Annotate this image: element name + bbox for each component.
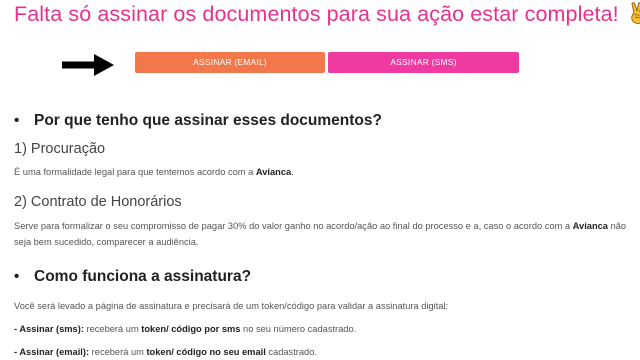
contrato-description: Serve para formalizar o seu compromisso …: [14, 221, 627, 247]
section-why-sign-heading: • Por que tenho que assinar esses documen…: [14, 112, 382, 129]
procuracao-description: É uma formalidade legal para que tentemo…: [14, 167, 294, 177]
victory-hand-icon: [629, 1, 640, 30]
sms-instruction: - Assinar (sms): receberá um token/ códi…: [14, 324, 357, 334]
signature-intro: Você será levado a página de assinatura …: [14, 301, 449, 311]
bullet-icon: •: [14, 268, 20, 285]
headline-text: Falta só assinar os documentos para sua …: [14, 2, 619, 26]
section-how-it-works-heading: • Como funciona a assinatura?: [14, 268, 252, 285]
bullet-icon: •: [14, 112, 20, 129]
procuracao-title: 1) Procuração: [14, 141, 106, 157]
contrato-title: 2) Contrato de Honorários: [14, 194, 182, 210]
page-headline: Falta só assinar os documentos para sua …: [14, 1, 640, 30]
arrow-right-icon: [62, 54, 114, 81]
sign-email-button[interactable]: ASSINAR (EMAIL): [135, 52, 325, 73]
sign-sms-button[interactable]: ASSINAR (SMS): [328, 52, 519, 73]
